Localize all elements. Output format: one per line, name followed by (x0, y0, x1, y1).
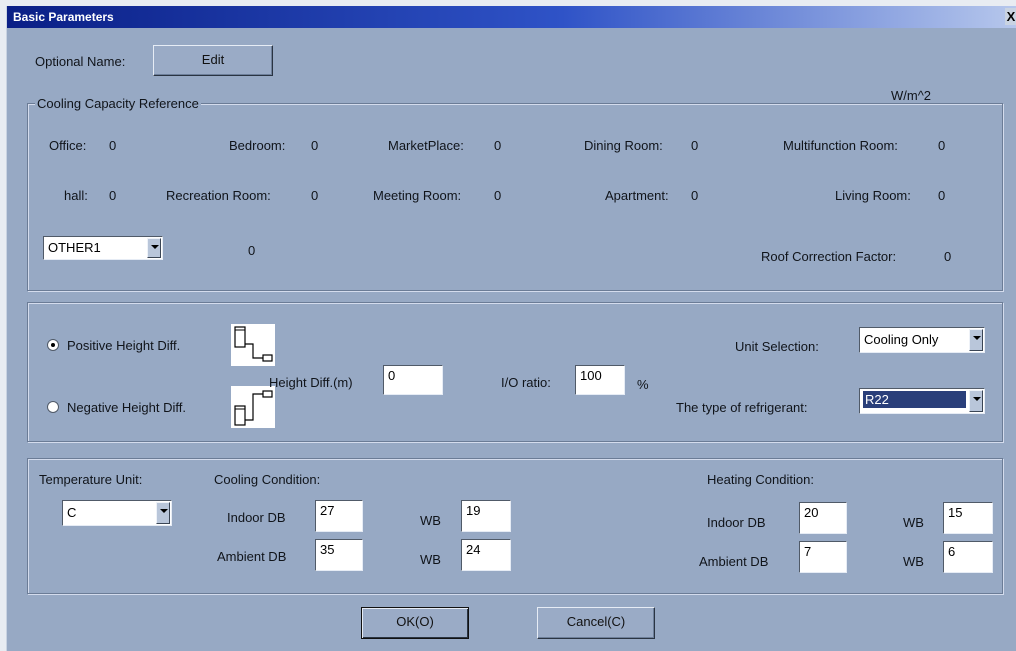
multifunction-room-value: 0 (938, 138, 946, 153)
unit-selection-value: Cooling Only (864, 332, 939, 347)
height-group (27, 302, 1003, 442)
negative-height-icon (231, 386, 275, 428)
temperature-unit-label: Temperature Unit: (39, 472, 143, 487)
bedroom-label: Bedroom: (229, 138, 286, 153)
heating-ambient-db-input[interactable]: 7 (799, 541, 847, 573)
other-room-value: 0 (248, 243, 256, 258)
roof-correction-label: Roof Correction Factor: (761, 249, 897, 264)
optional-name-label: Optional Name: (35, 54, 126, 69)
cooling-ambient-wb-label: WB (420, 552, 441, 567)
chevron-down-icon[interactable] (147, 238, 161, 258)
cooling-capacity-title: Cooling Capacity Reference (35, 96, 201, 111)
roof-correction-value: 0 (944, 249, 952, 264)
meeting-room-value: 0 (494, 188, 502, 203)
cooling-indoor-wb-label: WB (420, 513, 441, 528)
heating-indoor-wb-label: WB (903, 515, 924, 530)
io-ratio-unit: % (637, 377, 649, 392)
window-title: Basic Parameters (13, 10, 114, 24)
refrigerant-select[interactable]: R22 (859, 388, 985, 414)
dining-room-label: Dining Room: (584, 138, 663, 153)
cooling-indoor-wb-input[interactable]: 19 (461, 500, 511, 532)
chevron-down-icon[interactable] (156, 502, 170, 524)
close-icon[interactable]: X (1005, 8, 1016, 25)
apartment-value: 0 (691, 188, 699, 203)
marketplace-value: 0 (494, 138, 502, 153)
cooling-ambient-db-label: Ambient DB (217, 549, 287, 564)
recreation-room-value: 0 (311, 188, 319, 203)
negative-height-label: Negative Height Diff. (67, 400, 186, 415)
heating-indoor-db-input[interactable]: 20 (799, 502, 847, 534)
cooling-indoor-db-label: Indoor DB (227, 510, 286, 525)
unit-selection-label: Unit Selection: (735, 339, 819, 354)
temperature-unit-value: C (67, 505, 77, 520)
heating-ambient-wb-label: WB (903, 554, 924, 569)
io-ratio-input[interactable]: 100 (575, 365, 625, 395)
conditions-group (27, 458, 1003, 594)
heating-ambient-wb-input[interactable]: 6 (943, 541, 993, 573)
heating-indoor-db-label: Indoor DB (707, 515, 766, 530)
meeting-room-label: Meeting Room: (373, 188, 462, 203)
apartment-label: Apartment: (605, 188, 669, 203)
unit-selection-select[interactable]: Cooling Only (859, 327, 985, 353)
cancel-button[interactable]: Cancel(C) (537, 607, 655, 639)
temperature-unit-select[interactable]: C (62, 500, 172, 526)
cooling-ambient-db-input[interactable]: 35 (315, 539, 363, 571)
dining-room-value: 0 (691, 138, 699, 153)
positive-height-icon (231, 324, 275, 366)
office-label: Office: (49, 138, 87, 153)
title-bar: Basic Parameters X (7, 6, 1016, 28)
height-diff-label: Height Diff.(m) (269, 375, 353, 390)
io-ratio-label: I/O ratio: (501, 375, 551, 390)
height-diff-input[interactable]: 0 (383, 365, 443, 395)
ok-button[interactable]: OK(O) (361, 607, 469, 639)
edit-name-button[interactable]: Edit (153, 45, 273, 76)
hall-value: 0 (109, 188, 117, 203)
cooling-ambient-wb-input[interactable]: 24 (461, 539, 511, 571)
bedroom-value: 0 (311, 138, 319, 153)
hall-label: hall: (64, 188, 88, 203)
other-room-select[interactable]: OTHER1 (43, 236, 163, 260)
negative-height-radio[interactable] (47, 401, 59, 413)
living-room-label: Living Room: (835, 188, 911, 203)
basic-parameters-dialog: Basic Parameters X Optional Name: Edit C… (6, 6, 1016, 651)
positive-height-label: Positive Height Diff. (67, 338, 181, 353)
heating-ambient-db-label: Ambient DB (699, 554, 769, 569)
cooling-indoor-db-input[interactable]: 27 (315, 500, 363, 532)
positive-height-radio[interactable] (47, 339, 59, 351)
heating-condition-title: Heating Condition: (707, 472, 814, 487)
refrigerant-label: The type of refrigerant: (676, 400, 808, 415)
multifunction-room-label: Multifunction Room: (783, 138, 898, 153)
recreation-room-label: Recreation Room: (166, 188, 271, 203)
living-room-value: 0 (938, 188, 946, 203)
cooling-condition-title: Cooling Condition: (214, 472, 321, 487)
heating-indoor-wb-input[interactable]: 15 (943, 502, 993, 534)
refrigerant-value: R22 (863, 391, 966, 408)
chevron-down-icon[interactable] (969, 390, 983, 412)
office-value: 0 (109, 138, 117, 153)
capacity-unit-label: W/m^2 (891, 88, 932, 103)
marketplace-label: MarketPlace: (388, 138, 464, 153)
other-room-select-value: OTHER1 (48, 240, 101, 255)
chevron-down-icon[interactable] (969, 329, 983, 351)
